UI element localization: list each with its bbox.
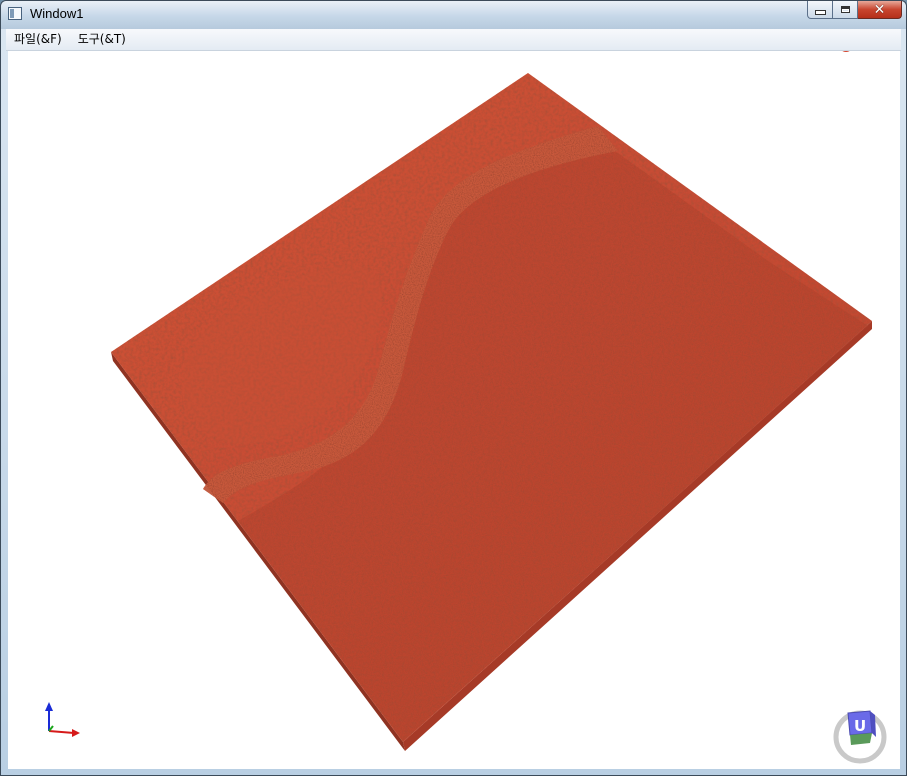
view-cube-label: U: [854, 717, 866, 735]
window-title: Window1: [30, 6, 84, 21]
maximize-button[interactable]: [833, 1, 858, 19]
view-cube-icon[interactable]: U: [833, 710, 887, 764]
terrain-canvas[interactable]: U: [8, 51, 900, 770]
axis-triad-icon: [45, 702, 80, 737]
caption-buttons: ✕: [807, 1, 902, 21]
minimize-icon: [814, 10, 826, 15]
menu-tools[interactable]: 도구(&T): [70, 29, 134, 50]
terrain-surface: [111, 73, 872, 751]
close-icon: ✕: [873, 1, 886, 18]
title-bar[interactable]: Window1 ✕: [1, 1, 906, 29]
menu-file[interactable]: 파일(&F): [6, 29, 70, 50]
app-window: Window1 ✕ 파일(&F) 도구(&T) U: [0, 0, 907, 776]
viewport-marker: [842, 51, 850, 52]
3d-viewport[interactable]: U: [8, 51, 900, 770]
menu-bar: 파일(&F) 도구(&T): [6, 29, 901, 51]
app-window-icon: [8, 7, 22, 20]
window-bottom-border: [1, 769, 906, 775]
minimize-button[interactable]: [807, 1, 833, 19]
close-button[interactable]: ✕: [858, 1, 902, 19]
maximize-icon: [840, 6, 850, 13]
